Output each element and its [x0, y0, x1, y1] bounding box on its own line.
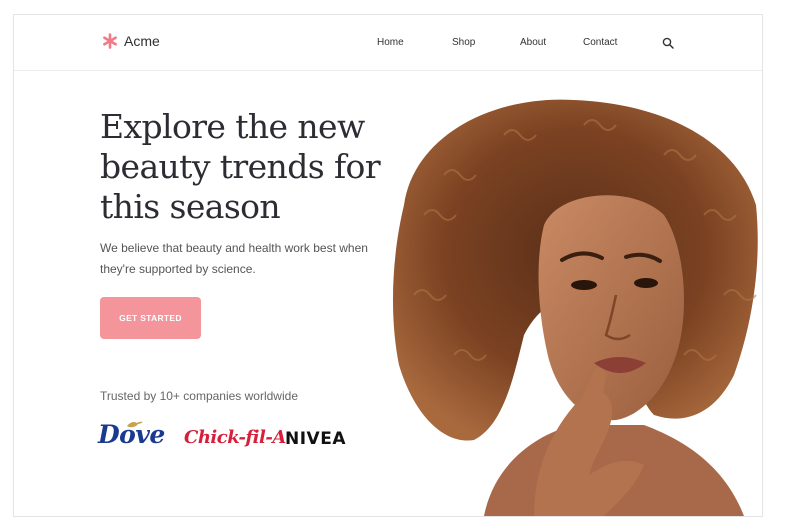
hero-title: Explore the new beauty trends for this s… [100, 107, 381, 226]
woman-portrait-image [392, 99, 758, 516]
brand[interactable]: Acme [102, 33, 160, 49]
chick-fil-a-logo: Chick-fil-A [184, 427, 286, 448]
navbar: Acme Home Shop About Contact [14, 15, 762, 71]
hero-description: We believe that beauty and health work b… [100, 241, 368, 276]
dove-bird-icon [127, 421, 143, 428]
get-started-button[interactable]: GET STARTED [100, 297, 201, 339]
asterisk-icon [103, 33, 117, 49]
search-icon[interactable] [662, 37, 674, 49]
nivea-logo: NIVEA [285, 429, 346, 449]
nav-link-about[interactable]: About [520, 37, 546, 48]
landing-page: Acme Home Shop About Contact Explore the… [13, 14, 763, 517]
nav-link-home[interactable]: Home [377, 37, 404, 48]
nav-link-shop[interactable]: Shop [452, 37, 475, 48]
nav-link-contact[interactable]: Contact [583, 37, 617, 48]
trusted-by-text: Trusted by 10+ companies worldwide [100, 389, 298, 403]
brand-name: Acme [124, 33, 160, 49]
